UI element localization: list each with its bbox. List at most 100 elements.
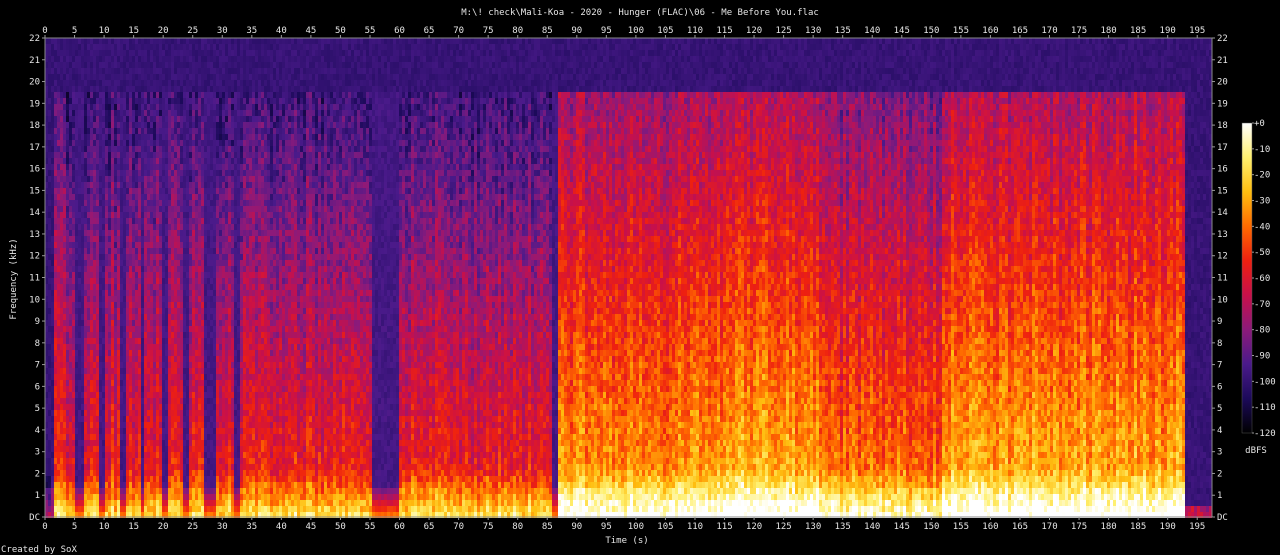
spectrogram-cell [72,266,75,272]
spectrogram-cell [81,434,84,440]
spectrogram-cell [93,170,96,176]
spectrogram-cell [72,320,75,326]
spectrogram-cell [75,272,78,278]
spectrogram-cell [96,212,99,218]
spectrogram-cell [69,158,72,164]
spectrogram-cell [87,398,90,404]
spectrogram-cell [72,92,75,98]
spectrogram-cell [66,266,69,272]
spectrogram-cell [81,104,84,110]
spectrogram-cell [78,320,81,326]
spectrogram-cell [96,470,99,476]
spectrogram-cell [60,464,63,470]
spectrogram-cell [69,170,72,176]
spectrogram-cell [60,104,63,110]
spectrogram-cell [66,230,69,236]
spectrogram-cell [54,476,57,482]
spectrogram-cell [54,500,57,506]
spectrogram-cell [63,104,66,110]
spectrogram-cell [54,308,57,314]
spectrogram-cell [72,206,75,212]
spectrogram-cell [81,440,84,446]
spectrogram-cell [54,506,57,512]
spectrogram-cell [54,362,57,368]
spectrogram-cell [93,188,96,194]
spectrogram-cell [78,398,81,404]
spectrogram-cell [51,212,54,218]
spectrogram-cell [96,74,99,80]
spectrogram-cell [57,116,60,122]
spectrogram-cell [81,470,84,476]
spectrogram-cell [99,356,102,362]
spectrogram-cell [90,116,93,122]
spectrogram-cell [66,482,69,488]
spectrogram-cell [84,308,87,314]
spectrogram-cell [78,128,81,134]
spectrogram-cell [81,398,84,404]
spectrogram-cell [51,182,54,188]
spectrogram-cell [54,248,57,254]
spectrogram-cell [96,104,99,110]
spectrogram-cell [96,494,99,500]
spectrogram-cell [72,302,75,308]
spectrogram-cell [63,404,66,410]
spectrogram-cell [72,134,75,140]
spectrogram-cell [48,98,51,104]
spectrogram-cell [75,74,78,80]
spectrogram-cell [48,482,51,488]
spectrogram-cell [51,188,54,194]
spectrogram-cell [63,446,66,452]
spectrogram-cell [87,152,90,158]
spectrogram-cell [48,206,51,212]
spectrogram-cell [84,458,87,464]
spectrogram-cell [51,152,54,158]
spectrogram-cell [90,164,93,170]
spectrogram-cell [63,98,66,104]
spectrogram-cell [57,404,60,410]
spectrogram-cell [63,158,66,164]
spectrogram-cell [69,368,72,374]
spectrogram-cell [99,284,102,290]
spectrogram-cell [48,320,51,326]
spectrogram-cell [96,452,99,458]
spectrogram-cell [60,500,63,506]
spectrogram-cell [99,176,102,182]
spectrogram-cell [87,362,90,368]
spectrogram-cell [84,344,87,350]
spectrogram-cell [75,386,78,392]
spectrogram-cell [69,68,72,74]
spectrogram-cell [57,56,60,62]
spectrogram-cell [75,452,78,458]
spectrogram-cell [51,464,54,470]
spectrogram-cell [57,68,60,74]
spectrogram-cell [57,212,60,218]
spectrogram-cell [60,200,63,206]
spectrogram-cell [99,110,102,116]
spectrogram-cell [54,110,57,116]
spectrogram-cell [75,146,78,152]
spectrogram-cell [60,176,63,182]
spectrogram-cell [84,284,87,290]
spectrogram-cell [87,284,90,290]
spectrogram-plot-area [45,38,1212,518]
spectrogram-cell [69,260,72,266]
spectrogram-cell [81,278,84,284]
spectrogram-cell [72,350,75,356]
spectrogram-cell [81,62,84,68]
spectrogram-cell [81,212,84,218]
spectrogram-cell [57,350,60,356]
spectrogram-cell [60,494,63,500]
spectrogram-cell [69,440,72,446]
spectrogram-cell [54,482,57,488]
spectrogram-cell [75,428,78,434]
spectrogram-cell [72,218,75,224]
spectrogram-cell [90,326,93,332]
spectrogram-cell [81,254,84,260]
spectrogram-cell [84,218,87,224]
spectrogram-cell [60,434,63,440]
spectrogram-cell [90,482,93,488]
spectrogram-cell [96,404,99,410]
spectrogram-cell [72,146,75,152]
spectrogram-cell [75,242,78,248]
spectrogram-cell [72,260,75,266]
